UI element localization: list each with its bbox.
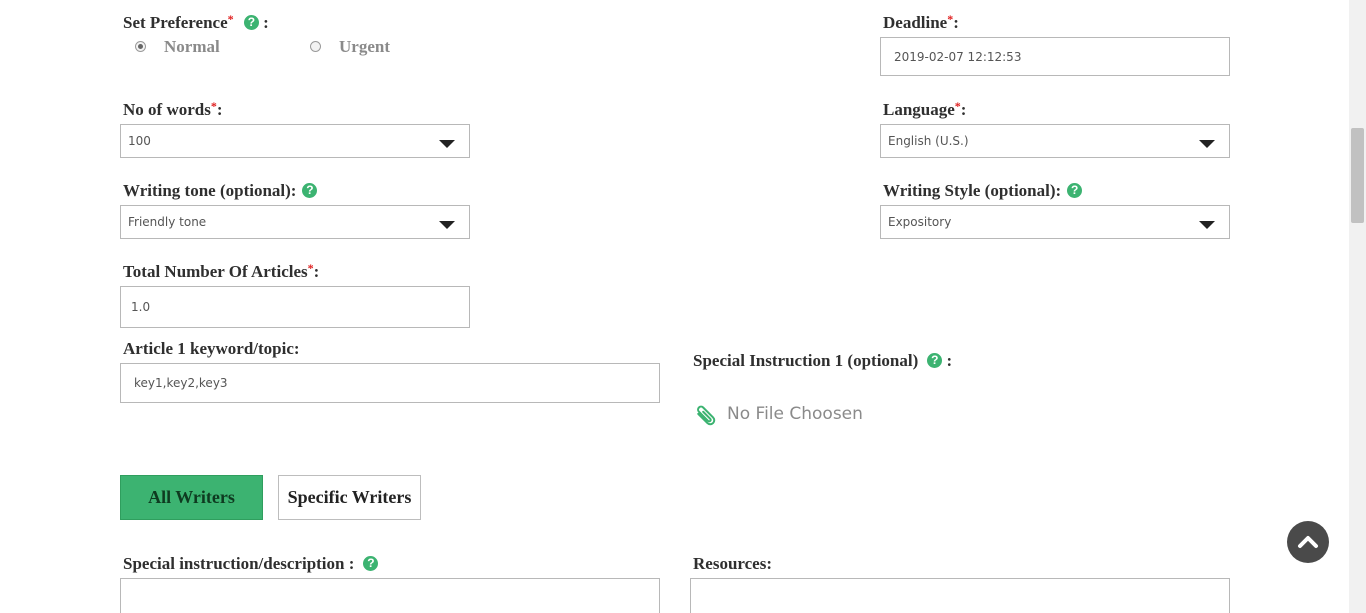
keyword-value: key1,key2,key3 — [134, 376, 228, 390]
chevron-down-icon — [1199, 221, 1215, 229]
all-writers-button[interactable]: All Writers — [120, 475, 263, 520]
deadline-value: 2019-02-07 12:12:53 — [894, 49, 1022, 64]
chevron-down-icon — [439, 221, 455, 229]
chevron-up-icon — [1298, 536, 1318, 548]
resources-textarea[interactable] — [690, 578, 1230, 613]
language-select[interactable]: English (U.S.) — [880, 124, 1230, 158]
tone-select[interactable]: Friendly tone — [120, 205, 470, 239]
words-value: 100 — [128, 134, 151, 148]
scrollbar-track[interactable] — [1349, 0, 1366, 613]
articles-label: Total Number Of Articles*: — [123, 261, 320, 281]
style-select[interactable]: Expository — [880, 205, 1230, 239]
tone-value: Friendly tone — [128, 215, 207, 229]
articles-value: 1.0 — [131, 300, 151, 314]
specific-writers-button[interactable]: Specific Writers — [278, 475, 421, 520]
resources-label: Resources: — [693, 554, 772, 573]
preference-label: Set Preference* ? : — [123, 12, 269, 32]
required-mark: * — [227, 12, 234, 26]
scroll-top-button[interactable] — [1287, 521, 1329, 563]
required-mark: * — [210, 99, 217, 113]
keyword-input[interactable]: key1,key2,key3 — [120, 363, 660, 403]
articles-input[interactable]: 1.0 — [120, 286, 470, 328]
style-value: Expository — [888, 215, 952, 229]
help-icon[interactable]: ? — [243, 14, 259, 30]
chevron-down-icon — [1199, 140, 1215, 148]
language-value: English (U.S.) — [888, 134, 969, 148]
special-instruction-file-label: Special Instruction 1 (optional)? : — [693, 351, 953, 370]
help-icon[interactable]: ? — [927, 352, 943, 368]
words-label: No of words*: — [123, 99, 223, 119]
help-icon[interactable]: ? — [1067, 182, 1083, 198]
deadline-label: Deadline*: — [883, 12, 959, 32]
words-select[interactable]: 100 — [120, 124, 470, 158]
tone-label: Writing tone (optional):? — [123, 181, 318, 201]
language-label: Language*: — [883, 99, 967, 119]
required-mark: * — [307, 261, 314, 275]
required-mark: * — [947, 12, 954, 26]
no-file-text[interactable]: No File Choosen — [727, 404, 863, 424]
deadline-input[interactable]: 2019-02-07 12:12:53 — [880, 37, 1230, 76]
help-icon[interactable]: ? — [363, 555, 379, 571]
description-label: Special instruction/description :? — [123, 554, 379, 574]
keyword-label: Article 1 keyword/topic: — [123, 339, 300, 358]
scrollbar-thumb[interactable] — [1351, 128, 1364, 223]
required-mark: * — [954, 99, 961, 113]
chevron-down-icon — [439, 140, 455, 148]
help-icon[interactable]: ? — [302, 182, 318, 198]
radio-urgent-label[interactable]: Urgent — [339, 37, 390, 57]
description-textarea[interactable] — [120, 578, 660, 613]
paperclip-icon[interactable] — [693, 403, 719, 429]
radio-urgent[interactable] — [310, 41, 321, 52]
radio-normal[interactable] — [135, 41, 146, 52]
radio-normal-label[interactable]: Normal — [164, 37, 220, 57]
style-label: Writing Style (optional):? — [883, 181, 1083, 201]
